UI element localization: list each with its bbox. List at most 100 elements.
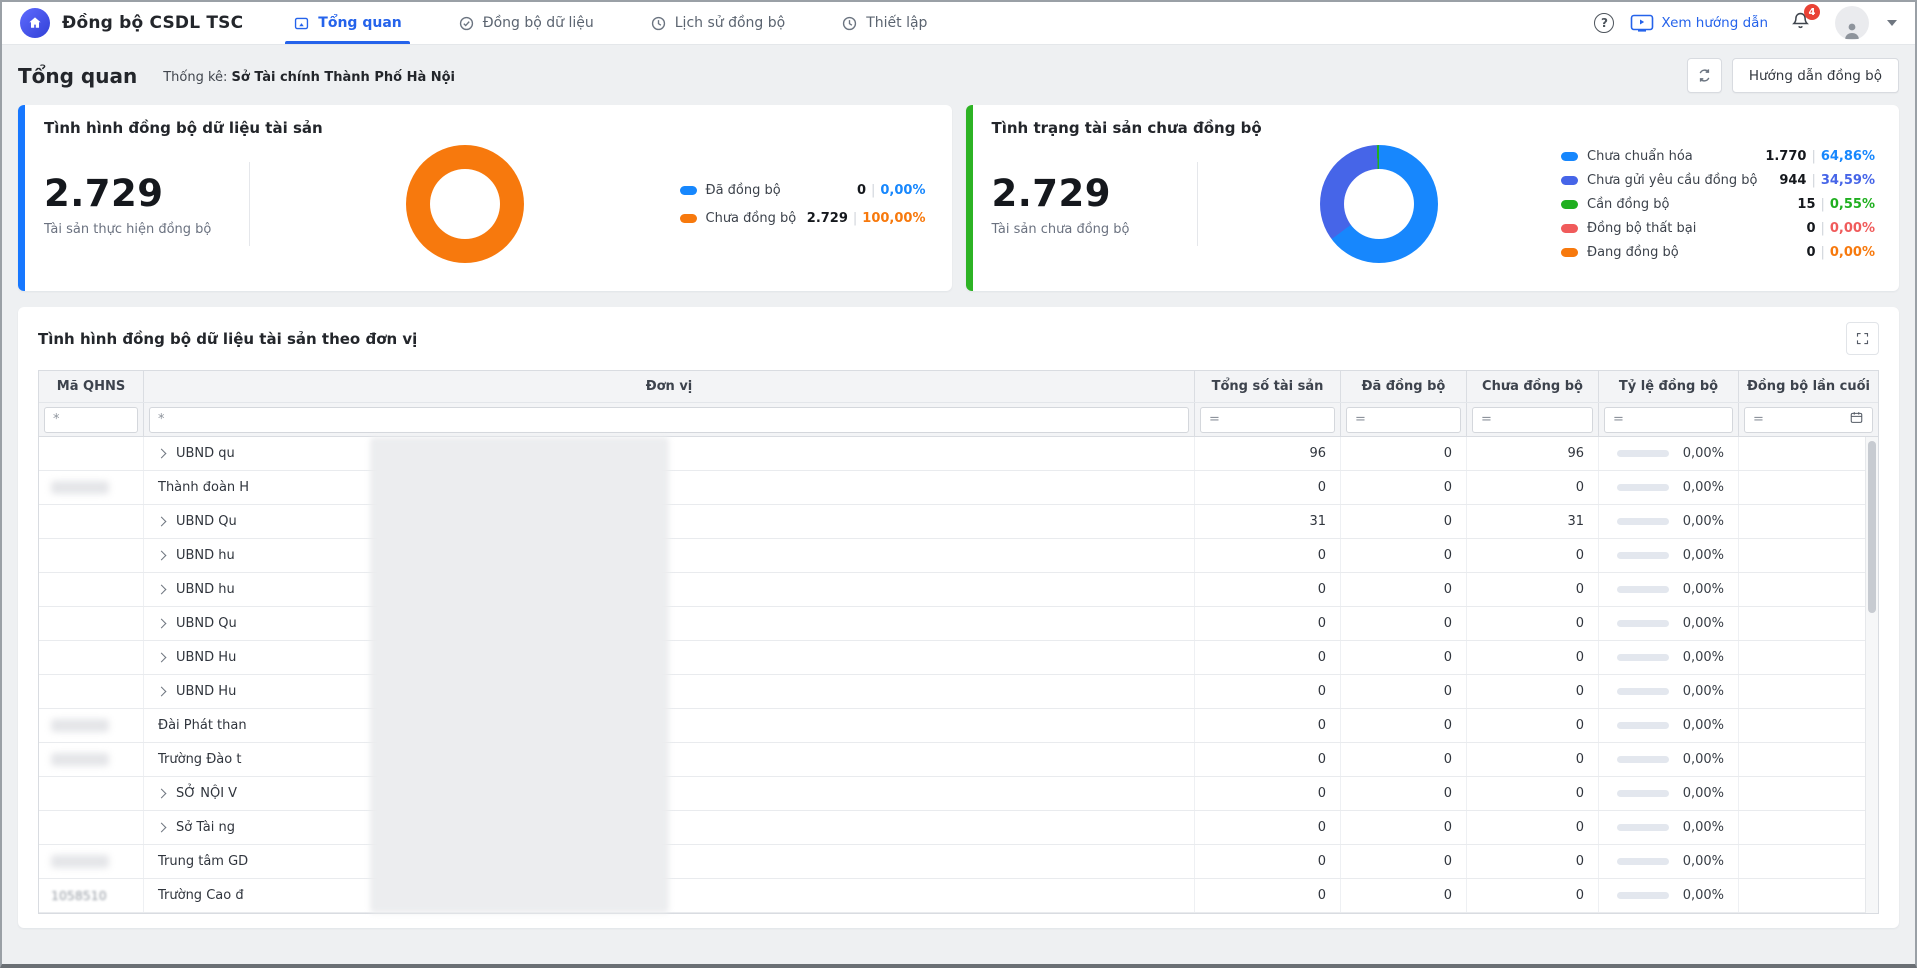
table-row[interactable]: Sở Tài ng 0 0 0 0,00% (39, 811, 1878, 845)
tab-lich-su-dong-bo[interactable]: Lịch sử đồng bộ (648, 2, 787, 44)
cell-unsynced: 0 (1467, 607, 1599, 640)
column-header-lastsync[interactable]: Đồng bộ lần cuối (1739, 371, 1878, 402)
unit-name: Đài Phát than (158, 718, 247, 733)
rate-progress-bar (1617, 688, 1669, 695)
cell-unit: SỞ NỘI V (144, 777, 1195, 810)
legend-color-pill (680, 186, 697, 195)
user-avatar[interactable] (1835, 6, 1869, 40)
filter-input-unsynced[interactable]: = (1472, 407, 1593, 433)
cell-last-sync (1739, 709, 1878, 742)
legend-color-pill (1561, 224, 1578, 233)
cell-unsynced: 31 (1467, 505, 1599, 538)
table-row[interactable]: UBND Qu 0 0 0 0,00% (39, 607, 1878, 641)
scrollbar-thumb[interactable] (1868, 441, 1876, 613)
card-sync-status: Tình hình đồng bộ dữ liệu tài sản 2.729 … (18, 105, 952, 291)
sync-guide-button[interactable]: Hướng dẫn đồng bộ (1732, 58, 1899, 93)
legend-value: 0 (857, 183, 866, 198)
table-row[interactable]: 1058510 Trường Cao đ 0 0 0 0,00% (39, 879, 1878, 913)
table-row[interactable]: UBND Qu 31 0 31 0,00% (39, 505, 1878, 539)
cell-rate: 0,00% (1599, 743, 1739, 776)
column-header-unit[interactable]: Đơn vị (144, 371, 1195, 402)
stats-value: Sở Tài chính Thành Phố Hà Nội (232, 70, 455, 85)
table-row[interactable]: UBND qu 96 0 96 0,00% (39, 437, 1878, 471)
expand-chevron-icon[interactable] (157, 551, 167, 561)
calendar-icon[interactable] (1849, 410, 1864, 429)
cell-rate: 0,00% (1599, 607, 1739, 640)
filter-input-synced[interactable]: = (1346, 407, 1461, 433)
cell-rate: 0,00% (1599, 471, 1739, 504)
rate-percent: 0,00% (1683, 514, 1724, 529)
help-icon[interactable]: ? (1594, 13, 1614, 33)
fullscreen-button[interactable] (1846, 322, 1879, 355)
expand-chevron-icon[interactable] (157, 449, 167, 459)
notifications-button[interactable]: 4 (1790, 10, 1811, 36)
cell-last-sync (1739, 777, 1878, 810)
card-title: Tình hình đồng bộ dữ liệu tài sản (44, 119, 323, 137)
refresh-button[interactable] (1687, 58, 1722, 93)
legend-label: Chưa chuẩn hóa (1587, 149, 1765, 164)
cell-total: 0 (1195, 573, 1341, 606)
filter-input-code[interactable]: * (44, 407, 138, 433)
expand-chevron-icon[interactable] (157, 619, 167, 629)
tab-thiet-lap[interactable]: Thiết lập (839, 2, 929, 44)
cell-unit: UBND hu (144, 573, 1195, 606)
table-card-header: Tình hình đồng bộ dữ liệu tài sản theo đ… (38, 322, 1879, 355)
expand-chevron-icon[interactable] (157, 585, 167, 595)
filter-input-rate[interactable]: = (1604, 407, 1733, 433)
table-row[interactable]: UBND Hu 0 0 0 0,00% (39, 641, 1878, 675)
table-row[interactable]: UBND hu 0 0 0 0,00% (39, 539, 1878, 573)
cell-synced: 0 (1341, 811, 1467, 844)
cell-unit: UBND Qu (144, 607, 1195, 640)
column-header-unsynced[interactable]: Chưa đồng bộ (1467, 371, 1599, 402)
table-row[interactable]: Trung tâm GD 0 0 0 0,00% (39, 845, 1878, 879)
legend-item: Đang đồng bộ 0 | 0,00% (1561, 245, 1875, 260)
expand-chevron-icon[interactable] (157, 823, 167, 833)
cell-unsynced: 0 (1467, 471, 1599, 504)
unit-name: Thành đoàn H (158, 480, 249, 495)
cell-unsynced: 0 (1467, 777, 1599, 810)
expand-chevron-icon[interactable] (157, 653, 167, 663)
rate-progress-bar (1617, 484, 1669, 491)
legend-percent: 0,00% (1830, 221, 1875, 236)
cell-total: 31 (1195, 505, 1341, 538)
filter-input-total[interactable]: = (1200, 407, 1335, 433)
expand-chevron-icon[interactable] (157, 789, 167, 799)
filter-input-unit[interactable]: * (149, 407, 1189, 433)
legend-label: Đang đồng bộ (1587, 245, 1806, 260)
cell-total: 0 (1195, 777, 1341, 810)
data-grid: Mã QHNS Đơn vị Tổng số tài sản Đã đồng b… (38, 370, 1879, 914)
stat-subtitle: Tài sản thực hiện đồng bộ (44, 222, 249, 237)
column-header-rate[interactable]: Tỷ lệ đồng bộ (1599, 371, 1739, 402)
rate-percent: 0,00% (1683, 718, 1724, 733)
vertical-scrollbar[interactable] (1865, 437, 1878, 913)
cell-rate: 0,00% (1599, 437, 1739, 470)
table-row[interactable]: UBND Hu 0 0 0 0,00% (39, 675, 1878, 709)
fullscreen-icon (1855, 331, 1870, 346)
column-header-total[interactable]: Tổng số tài sản (1195, 371, 1341, 402)
filter-input-lastsync[interactable]: = (1744, 407, 1873, 433)
watch-guide-link[interactable]: Xem hướng dẫn (1630, 14, 1768, 33)
cell-total: 0 (1195, 845, 1341, 878)
unit-name: Sở Tài ng (176, 820, 235, 835)
expand-chevron-icon[interactable] (157, 517, 167, 527)
rate-progress-bar (1617, 450, 1669, 457)
table-row[interactable]: SỞ NỘI V 0 0 0 0,00% (39, 777, 1878, 811)
expand-chevron-icon[interactable] (157, 687, 167, 697)
cell-total: 0 (1195, 641, 1341, 674)
table-row[interactable]: Đài Phát than 0 0 0 0,00% (39, 709, 1878, 743)
column-header-synced[interactable]: Đã đồng bộ (1341, 371, 1467, 402)
table-row[interactable]: Thành đoàn H 0 0 0 0,00% (39, 471, 1878, 505)
unit-name: UBND Hu (176, 684, 236, 699)
table-row[interactable]: UBND hu 0 0 0 0,00% (39, 573, 1878, 607)
table-row[interactable]: Trường Đào t 0 0 0 0,00% (39, 743, 1878, 777)
rate-percent: 0,00% (1683, 480, 1724, 495)
tab-tong-quan[interactable]: Tổng quan (291, 2, 403, 44)
overview-icon (293, 15, 310, 32)
stats-label: Thống kê: (163, 70, 227, 85)
unit-sync-table-card: Tình hình đồng bộ dữ liệu tài sản theo đ… (18, 307, 1899, 928)
cell-code (39, 675, 144, 708)
account-menu-caret-icon[interactable] (1887, 20, 1897, 26)
tab-dong-bo-du-lieu[interactable]: Đồng bộ dữ liệu (456, 2, 596, 44)
legend-separator: | (853, 211, 857, 226)
column-header-code[interactable]: Mã QHNS (39, 371, 144, 402)
